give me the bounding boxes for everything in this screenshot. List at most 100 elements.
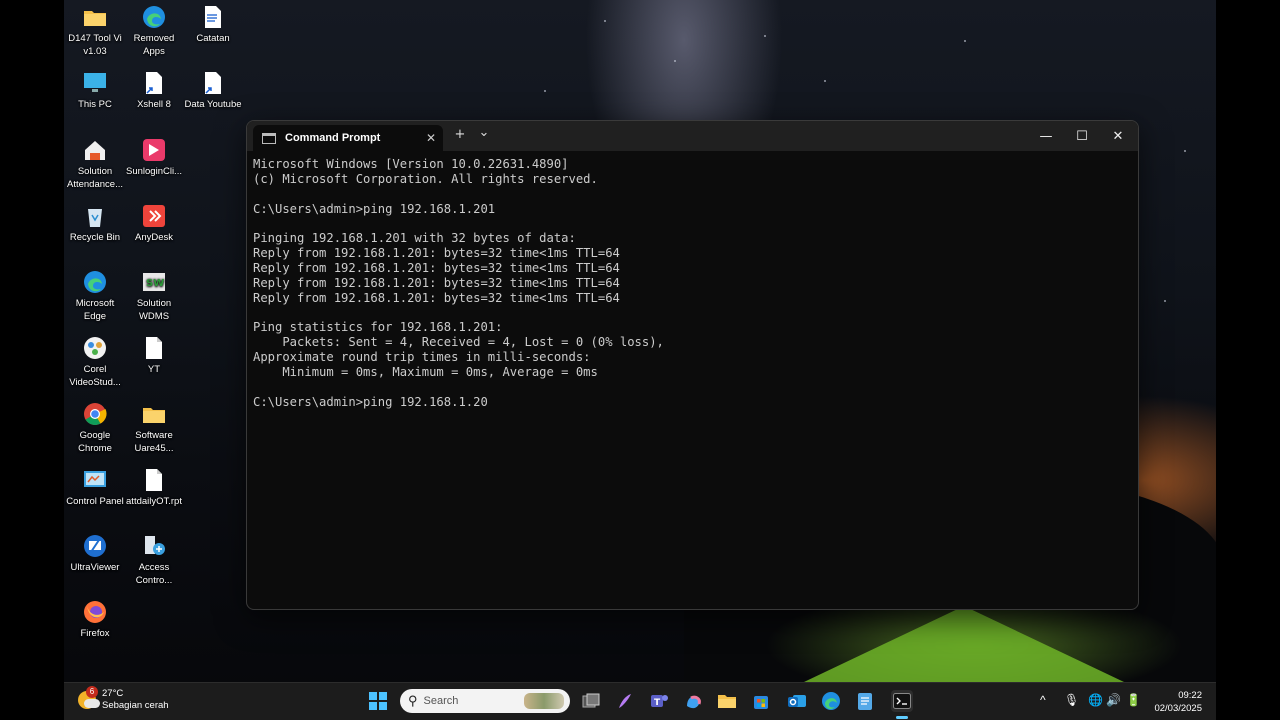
- tab-command-prompt[interactable]: Command Prompt ✕: [253, 125, 443, 151]
- weather-widget[interactable]: 6 27°C Sebagian cerah: [78, 686, 169, 712]
- recycle-bin-icon: [82, 203, 108, 229]
- store-icon: [754, 696, 768, 709]
- active-app-indicator: [896, 716, 908, 719]
- clock-time: 09:22: [1178, 690, 1202, 701]
- chrome-icon: [82, 401, 108, 427]
- search-icon: ⚲: [408, 693, 418, 708]
- desktop-icon-label: AnyDesk: [134, 232, 173, 243]
- desktop-icon-d147-tool[interactable]: D147 Tool Vi v1.03: [64, 4, 126, 58]
- microphone-icon[interactable]: 🎙: [1064, 693, 1079, 707]
- console-output[interactable]: Microsoft Windows [Version 10.0.22631.48…: [253, 157, 1128, 609]
- terminal-tab-icon: [262, 132, 276, 144]
- windows-start-icon: [369, 692, 387, 710]
- desktop-icon-sunlogin[interactable]: SunloginCli...: [123, 137, 185, 178]
- outlook-button[interactable]: [786, 690, 808, 712]
- file-icon: [141, 467, 167, 493]
- new-tab-button[interactable]: +: [453, 127, 467, 142]
- minimize-button[interactable]: —: [1028, 121, 1064, 151]
- svg-text:T: T: [654, 698, 661, 708]
- star: [604, 20, 606, 22]
- tab-dropdown-button[interactable]: ⌄: [477, 125, 491, 140]
- cloud-icon: [84, 699, 100, 708]
- weather-partly-sunny-icon: 6: [78, 686, 100, 709]
- teams-icon: T: [651, 695, 668, 708]
- store-button[interactable]: [750, 690, 772, 712]
- weather-condition: Sebagian cerah: [102, 700, 169, 711]
- command-prompt-window[interactable]: Command Prompt ✕ + ⌄ — ☐ ✕ Microsoft Win…: [246, 120, 1139, 610]
- start-button[interactable]: [367, 690, 389, 712]
- edge-icon: [141, 4, 167, 30]
- desktop-icon-anydesk[interactable]: AnyDesk: [123, 203, 185, 244]
- desktop-icon-xshell[interactable]: Xshell 8: [123, 70, 185, 111]
- console-line: Packets: Sent = 4, Received = 4, Lost = …: [253, 335, 664, 350]
- ultraviewer-icon: [82, 533, 108, 559]
- show-hidden-icons-chevron-icon[interactable]: ^: [1040, 693, 1046, 707]
- edge-taskbar-button[interactable]: [820, 690, 842, 712]
- terminal-button[interactable]: [891, 690, 913, 712]
- anydesk-icon: [141, 203, 167, 229]
- file-explorer-button[interactable]: [716, 690, 738, 712]
- notepad-button[interactable]: [854, 690, 876, 712]
- close-button[interactable]: ✕: [1100, 121, 1136, 151]
- battery-icon[interactable]: 🔋: [1126, 693, 1141, 707]
- console-line: Reply from 192.168.1.201: bytes=32 time<…: [253, 290, 620, 305]
- desktop-icon-corel-videostudio[interactable]: Corel VideoStud...: [64, 335, 126, 389]
- copilot-button[interactable]: [682, 690, 704, 712]
- desktop-icon-microsoft-edge[interactable]: Microsoft Edge: [64, 269, 126, 323]
- taskbar-search-box[interactable]: ⚲ Search: [400, 689, 570, 713]
- console-line: Microsoft Windows [Version 10.0.22631.48…: [253, 157, 569, 171]
- volume-icon[interactable]: 🔊: [1106, 693, 1121, 707]
- wdms-icon: SW: [141, 269, 167, 295]
- network-icon[interactable]: 🌐: [1088, 693, 1103, 707]
- clock[interactable]: 09:22 02/03/2025: [1148, 689, 1202, 715]
- desktop-icon-label: Xshell 8: [137, 99, 171, 110]
- desktop-icon-catatan[interactable]: Catatan: [182, 4, 244, 45]
- desktop-icon-solution-attendance[interactable]: Solution Attendance...: [64, 137, 126, 191]
- desktop-icon-label: Catatan: [196, 33, 230, 44]
- desktop-icon-label: Access Contro...: [135, 562, 173, 586]
- desktop-icon-this-pc[interactable]: This PC: [64, 70, 126, 111]
- desktop-icon-label: This PC: [78, 99, 112, 110]
- tab-close-button[interactable]: ✕: [419, 131, 443, 145]
- desktop-icon-attdailyot[interactable]: attdailyOT.rpt: [123, 467, 185, 508]
- star: [674, 60, 676, 62]
- desktop-icon-data-youtube[interactable]: Data Youtube: [182, 70, 244, 111]
- document-shortcut-icon: [200, 4, 226, 30]
- desktop-icon-recycle-bin[interactable]: Recycle Bin: [64, 203, 126, 244]
- file-shortcut-icon: [141, 70, 167, 96]
- desktop-icon-access-control[interactable]: Access Contro...: [123, 533, 185, 587]
- task-view-icon: [582, 693, 600, 708]
- desktop-icon-google-chrome[interactable]: Google Chrome: [64, 401, 126, 455]
- console-prompt-line[interactable]: C:\Users\admin>ping 192.168.1.20: [253, 395, 1128, 410]
- copilot-pen-button[interactable]: [614, 690, 636, 712]
- desktop-icon-removed-apps[interactable]: Removed Apps: [123, 4, 185, 58]
- window-titlebar[interactable]: Command Prompt ✕ + ⌄ — ☐ ✕: [247, 121, 1138, 151]
- copilot-pen-icon: [619, 694, 631, 708]
- desktop-icon-firefox[interactable]: Firefox: [64, 599, 126, 640]
- folder-icon: [141, 401, 167, 427]
- desktop-icon-solution-wdms[interactable]: SW Solution WDMS: [123, 269, 185, 323]
- control-panel-icon: [82, 467, 108, 493]
- folder-icon: [82, 4, 108, 30]
- desktop-icon-label: Control Panel: [66, 496, 124, 507]
- file-shortcut-icon: [200, 70, 226, 96]
- desktop-icon-control-panel[interactable]: Control Panel: [64, 467, 126, 508]
- file-explorer-icon: [718, 695, 736, 708]
- teams-button[interactable]: T: [648, 690, 670, 712]
- desktop-icon-label: Google Chrome: [78, 430, 112, 454]
- maximize-button[interactable]: ☐: [1064, 121, 1100, 151]
- file-icon: [141, 335, 167, 361]
- desktop-icon-software-uare45[interactable]: Software Uare45...: [123, 401, 185, 455]
- desktop-icon-yt[interactable]: YT: [123, 335, 185, 376]
- edge-icon: [822, 692, 840, 710]
- task-view-button[interactable]: [580, 690, 602, 712]
- desktop-icon-label: UltraViewer: [70, 562, 120, 573]
- desktop-icon-label: Corel VideoStud...: [69, 364, 121, 388]
- console-line: Pinging 192.168.1.201 with 32 bytes of d…: [253, 231, 576, 246]
- tent-shape: [804, 606, 1124, 682]
- desktop-icon-ultraviewer[interactable]: UltraViewer: [64, 533, 126, 574]
- sunlogin-icon: [141, 137, 167, 163]
